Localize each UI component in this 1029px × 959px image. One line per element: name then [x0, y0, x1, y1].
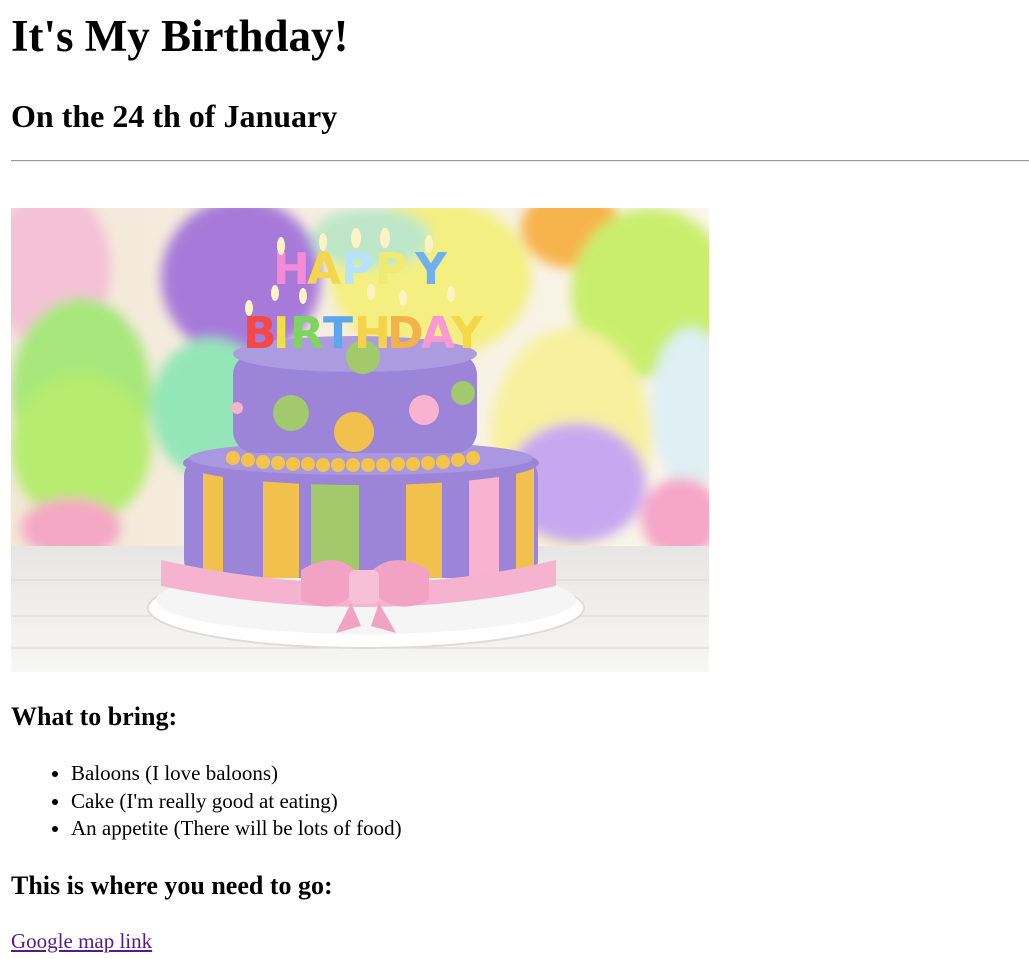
svg-text:I: I: [273, 308, 289, 359]
birthday-cake-image: H A P P Y B I R T H D A Y: [11, 208, 709, 672]
list-item: An appetite (There will be lots of food): [71, 815, 402, 843]
svg-text:A: A: [307, 244, 341, 295]
list-item: Cake (I'm really good at eating): [71, 788, 402, 816]
bring-list: Baloons (I love baloons) Cake (I'm reall…: [11, 760, 402, 843]
divider: [11, 160, 1029, 162]
svg-text:P: P: [375, 244, 407, 295]
page-title: It's My Birthday!: [11, 11, 349, 61]
page-subtitle: On the 24 th of January: [11, 98, 338, 134]
svg-text:Y: Y: [450, 308, 484, 359]
svg-text:R: R: [290, 308, 324, 359]
svg-text:A: A: [421, 308, 455, 359]
svg-text:H: H: [354, 308, 391, 359]
svg-text:T: T: [323, 308, 353, 359]
directions-heading: This is where you need to go:: [11, 871, 333, 900]
list-item: Baloons (I love baloons): [71, 760, 402, 788]
google-map-link[interactable]: Google map link: [11, 928, 152, 955]
what-to-bring-heading: What to bring:: [11, 702, 178, 731]
svg-text:D: D: [387, 308, 424, 359]
